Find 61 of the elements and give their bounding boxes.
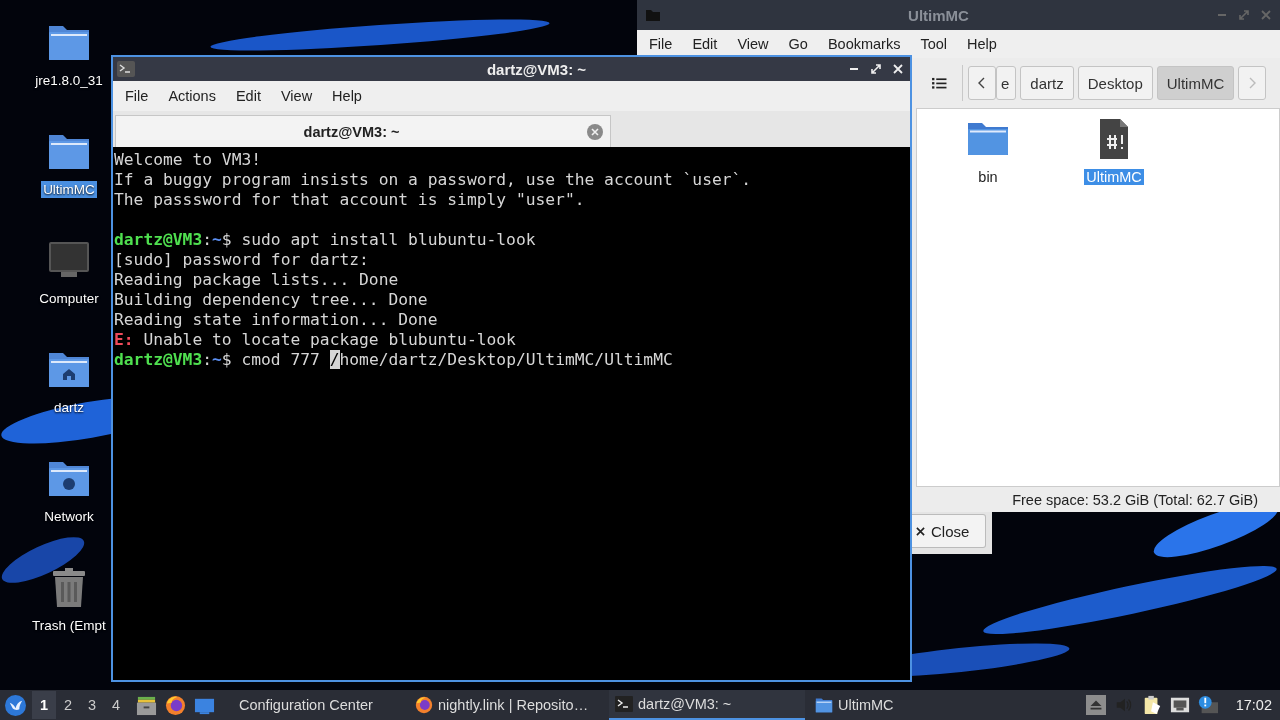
menu-item[interactable]: Edit: [682, 36, 728, 52]
path-button[interactable]: UltimMC: [1156, 66, 1235, 100]
window-title: dartz@VM3: ~: [485, 60, 588, 78]
close-icon: [916, 526, 925, 536]
terminal-line: Building dependency tree... Done: [114, 290, 429, 310]
file-name[interactable]: bin: [976, 169, 1000, 185]
workspace-button[interactable]: 3: [80, 691, 104, 719]
firefox-icon[interactable]: [165, 694, 186, 716]
menu-item[interactable]: Edit: [225, 88, 271, 104]
path-button[interactable]: e: [996, 66, 1017, 100]
terminal-line: dartz@VM3:~$ cmod 777 /home/dartz/Desktop/UltimMC/UltimMC: [114, 350, 674, 370]
menu-item[interactable]: File: [115, 88, 159, 104]
terminal-icon: [615, 695, 633, 713]
menu-item[interactable]: Bookmarks: [817, 36, 911, 52]
folder-icon: [815, 696, 833, 714]
file-cabinet-icon[interactable]: [136, 694, 157, 716]
network-icon[interactable]: [1169, 695, 1190, 715]
menu-item[interactable]: Tool: [910, 36, 958, 52]
menu-item[interactable]: Help: [957, 36, 1007, 52]
terminal-line: Reading state information... Done: [114, 310, 439, 330]
menu-item[interactable]: Actions: [158, 88, 226, 104]
taskbar-button[interactable]: UltimMC: [809, 690, 900, 720]
terminal-line: [sudo] password for dartz:: [114, 250, 370, 270]
workspace-button[interactable]: 2: [56, 691, 80, 719]
terminal-tab[interactable]: dartz@VM3: ~: [115, 115, 611, 147]
path-button[interactable]: dartz: [1020, 66, 1074, 100]
workspace-button[interactable]: 4: [104, 691, 128, 719]
clock[interactable]: 17:02: [1235, 697, 1272, 713]
menu-item[interactable]: File: [639, 36, 683, 52]
eject-icon[interactable]: [1085, 695, 1106, 715]
chevron-left-icon: [977, 76, 987, 90]
firefox-icon: [415, 696, 433, 714]
window-title: UltimMC: [907, 6, 970, 24]
menu-item[interactable]: Go: [778, 36, 818, 52]
taskbar-button[interactable]: dartz@VM3: ~: [609, 690, 805, 720]
menu-item[interactable]: Help: [322, 88, 372, 104]
folder-icon: [645, 7, 661, 23]
path-button[interactable]: Desktop: [1077, 66, 1153, 100]
list-view-icon[interactable]: [932, 76, 947, 90]
chevron-right-icon: [1247, 76, 1258, 90]
start-menu-icon[interactable]: [5, 694, 26, 716]
desktop-icon-label[interactable]: Computer: [37, 290, 101, 307]
desktop-icon-label[interactable]: jre1.8.0_31: [33, 72, 105, 89]
close-button[interactable]: Close: [912, 514, 986, 548]
terminal-line: The passsword for that account is simply "user".: [114, 190, 586, 210]
close-tab-icon[interactable]: [587, 123, 603, 140]
terminal-icon: [117, 61, 135, 77]
terminal-line: E: Unable to locate package blubuntu-look: [114, 330, 517, 350]
taskbar-button[interactable]: nightly.link | Reposito…: [409, 690, 605, 720]
terminal-line: If a buggy program insists on a password, use the account `user`.: [114, 170, 753, 190]
desktop-icon-label[interactable]: Trash (Empt: [30, 617, 108, 634]
terminal-line: dartz@VM3:~$ sudo apt install blubuntu-look: [114, 230, 537, 250]
workspace-button[interactable]: 1: [32, 691, 56, 719]
desktop-icon-label[interactable]: Network: [42, 508, 96, 525]
terminal-line: Welcome to VM3!: [114, 150, 263, 170]
taskbar-button[interactable]: Configuration Center: [233, 690, 405, 720]
menu-item[interactable]: View: [270, 88, 323, 104]
status-text: Free space: 53.2 GiB (Total: 62.7 GiB): [1012, 491, 1258, 508]
notification-icon[interactable]: [1197, 695, 1218, 715]
terminal-line: Reading package lists... Done: [114, 270, 400, 290]
menu-item[interactable]: View: [727, 36, 779, 52]
